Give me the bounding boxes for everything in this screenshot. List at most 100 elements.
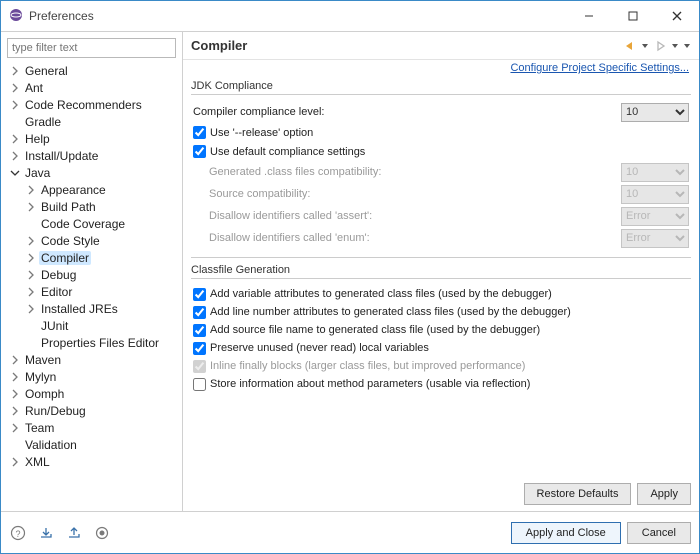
classfile-option-label: Inline finally blocks (larger class file… xyxy=(210,360,525,372)
tree-item-xml[interactable]: XML xyxy=(5,453,182,470)
chevron-right-icon[interactable] xyxy=(25,286,37,298)
generated-class-row: Generated .class files compatibility: 10 xyxy=(191,161,691,183)
tree-item-label: General xyxy=(23,64,70,78)
export-icon[interactable] xyxy=(65,524,83,542)
maximize-button[interactable] xyxy=(611,1,655,31)
chevron-right-icon[interactable] xyxy=(9,133,21,145)
tree-item-properties-files-editor[interactable]: Properties Files Editor xyxy=(5,334,182,351)
tree-item-label: Editor xyxy=(39,285,74,299)
forward-menu[interactable] xyxy=(671,40,679,52)
chevron-right-icon[interactable] xyxy=(9,456,21,468)
tree-item-label: Installed JREs xyxy=(39,302,120,316)
help-icon[interactable]: ? xyxy=(9,524,27,542)
tree-item-label: Build Path xyxy=(39,200,98,214)
tree-item-label: XML xyxy=(23,455,52,469)
tree-item-label: Properties Files Editor xyxy=(39,336,161,350)
chevron-right-icon[interactable] xyxy=(9,65,21,77)
tree-item-editor[interactable]: Editor xyxy=(5,283,182,300)
cancel-button[interactable]: Cancel xyxy=(627,522,691,544)
tree-item-compiler[interactable]: Compiler xyxy=(5,249,182,266)
titlebar: Preferences xyxy=(1,1,699,31)
tree-item-appearance[interactable]: Appearance xyxy=(5,181,182,198)
chevron-right-icon[interactable] xyxy=(9,82,21,94)
use-release-label: Use '--release' option xyxy=(210,127,313,139)
restore-defaults-button[interactable]: Restore Defaults xyxy=(524,483,632,505)
compliance-level-select[interactable]: 10 xyxy=(621,103,689,122)
tree-item-team[interactable]: Team xyxy=(5,419,182,436)
chevron-right-icon[interactable] xyxy=(9,99,21,111)
apply-and-close-button[interactable]: Apply and Close xyxy=(511,522,621,544)
tree-item-debug[interactable]: Debug xyxy=(5,266,182,283)
tree-item-code-recommenders[interactable]: Code Recommenders xyxy=(5,96,182,113)
minimize-button[interactable] xyxy=(567,1,611,31)
use-default-checkbox[interactable] xyxy=(193,145,206,158)
tree-item-validation[interactable]: Validation xyxy=(5,436,182,453)
tree-item-java[interactable]: Java xyxy=(5,164,182,181)
source-compat-row: Source compatibility: 10 xyxy=(191,183,691,205)
tree-item-build-path[interactable]: Build Path xyxy=(5,198,182,215)
chevron-right-icon[interactable] xyxy=(9,354,21,366)
chevron-right-icon[interactable] xyxy=(25,252,37,264)
chevron-right-icon[interactable] xyxy=(9,150,21,162)
filter-container xyxy=(7,38,176,58)
footer-buttons: Apply and Close Cancel xyxy=(511,522,691,544)
classfile-option-checkbox[interactable] xyxy=(193,288,206,301)
use-release-checkbox[interactable] xyxy=(193,126,206,139)
tree-item-general[interactable]: General xyxy=(5,62,182,79)
configure-project-link[interactable]: Configure Project Specific Settings... xyxy=(510,62,689,74)
page-button-row: Restore Defaults Apply xyxy=(183,477,699,511)
chevron-right-icon[interactable] xyxy=(9,405,21,417)
tree-item-label: Mylyn xyxy=(23,370,58,384)
tree-item-maven[interactable]: Maven xyxy=(5,351,182,368)
tree-item-install-update[interactable]: Install/Update xyxy=(5,147,182,164)
tree-item-gradle[interactable]: Gradle xyxy=(5,113,182,130)
tree-item-code-coverage[interactable]: Code Coverage xyxy=(5,215,182,232)
page-title: Compiler xyxy=(191,38,247,53)
classfile-option-checkbox[interactable] xyxy=(193,378,206,391)
tree-item-label: Gradle xyxy=(23,115,63,129)
tree-item-oomph[interactable]: Oomph xyxy=(5,385,182,402)
record-icon[interactable] xyxy=(93,524,111,542)
tree-item-label: Validation xyxy=(23,438,79,452)
tree-item-label: Ant xyxy=(23,81,45,95)
close-button[interactable] xyxy=(655,1,699,31)
svg-text:?: ? xyxy=(15,529,20,539)
chevron-right-icon[interactable] xyxy=(25,201,37,213)
apply-button[interactable]: Apply xyxy=(637,483,691,505)
tree-item-label: Code Style xyxy=(39,234,102,248)
classfile-option-label: Store information about method parameter… xyxy=(210,378,530,390)
tree-item-run-debug[interactable]: Run/Debug xyxy=(5,402,182,419)
filter-input[interactable] xyxy=(7,38,176,58)
chevron-right-icon[interactable] xyxy=(9,388,21,400)
sidebar: General AntCode Recommenders GradleHelp Ins… xyxy=(1,32,183,511)
tree-item-ant[interactable]: Ant xyxy=(5,79,182,96)
classfile-option-checkbox[interactable] xyxy=(193,342,206,355)
back-menu[interactable] xyxy=(641,40,649,52)
chevron-right-icon[interactable] xyxy=(9,371,21,383)
back-button[interactable] xyxy=(623,40,637,52)
chevron-down-icon[interactable] xyxy=(9,167,21,179)
tree-item-label: Install/Update xyxy=(23,149,100,163)
chevron-right-icon xyxy=(25,320,37,332)
tree-item-installed-jres[interactable]: Installed JREs xyxy=(5,300,182,317)
disallow-enum-label: Disallow identifiers called 'enum': xyxy=(193,232,621,244)
chevron-right-icon[interactable] xyxy=(25,269,37,281)
jdk-compliance-title: JDK Compliance xyxy=(191,78,691,94)
tree-item-junit[interactable]: JUnit xyxy=(5,317,182,334)
chevron-right-icon[interactable] xyxy=(25,235,37,247)
chevron-right-icon[interactable] xyxy=(25,303,37,315)
generated-class-label: Generated .class files compatibility: xyxy=(193,166,621,178)
forward-button[interactable] xyxy=(653,40,667,52)
footer-icons: ? xyxy=(9,524,111,542)
tree-item-code-style[interactable]: Code Style xyxy=(5,232,182,249)
tree-item-help[interactable]: Help xyxy=(5,130,182,147)
chevron-right-icon[interactable] xyxy=(9,422,21,434)
import-icon[interactable] xyxy=(37,524,55,542)
tree-item-label: Appearance xyxy=(39,183,108,197)
tree-item-mylyn[interactable]: Mylyn xyxy=(5,368,182,385)
classfile-group: Classfile Generation Add variable attrib… xyxy=(191,262,691,405)
classfile-option-checkbox[interactable] xyxy=(193,306,206,319)
chevron-right-icon[interactable] xyxy=(25,184,37,196)
view-menu[interactable] xyxy=(683,40,691,52)
classfile-option-checkbox[interactable] xyxy=(193,324,206,337)
